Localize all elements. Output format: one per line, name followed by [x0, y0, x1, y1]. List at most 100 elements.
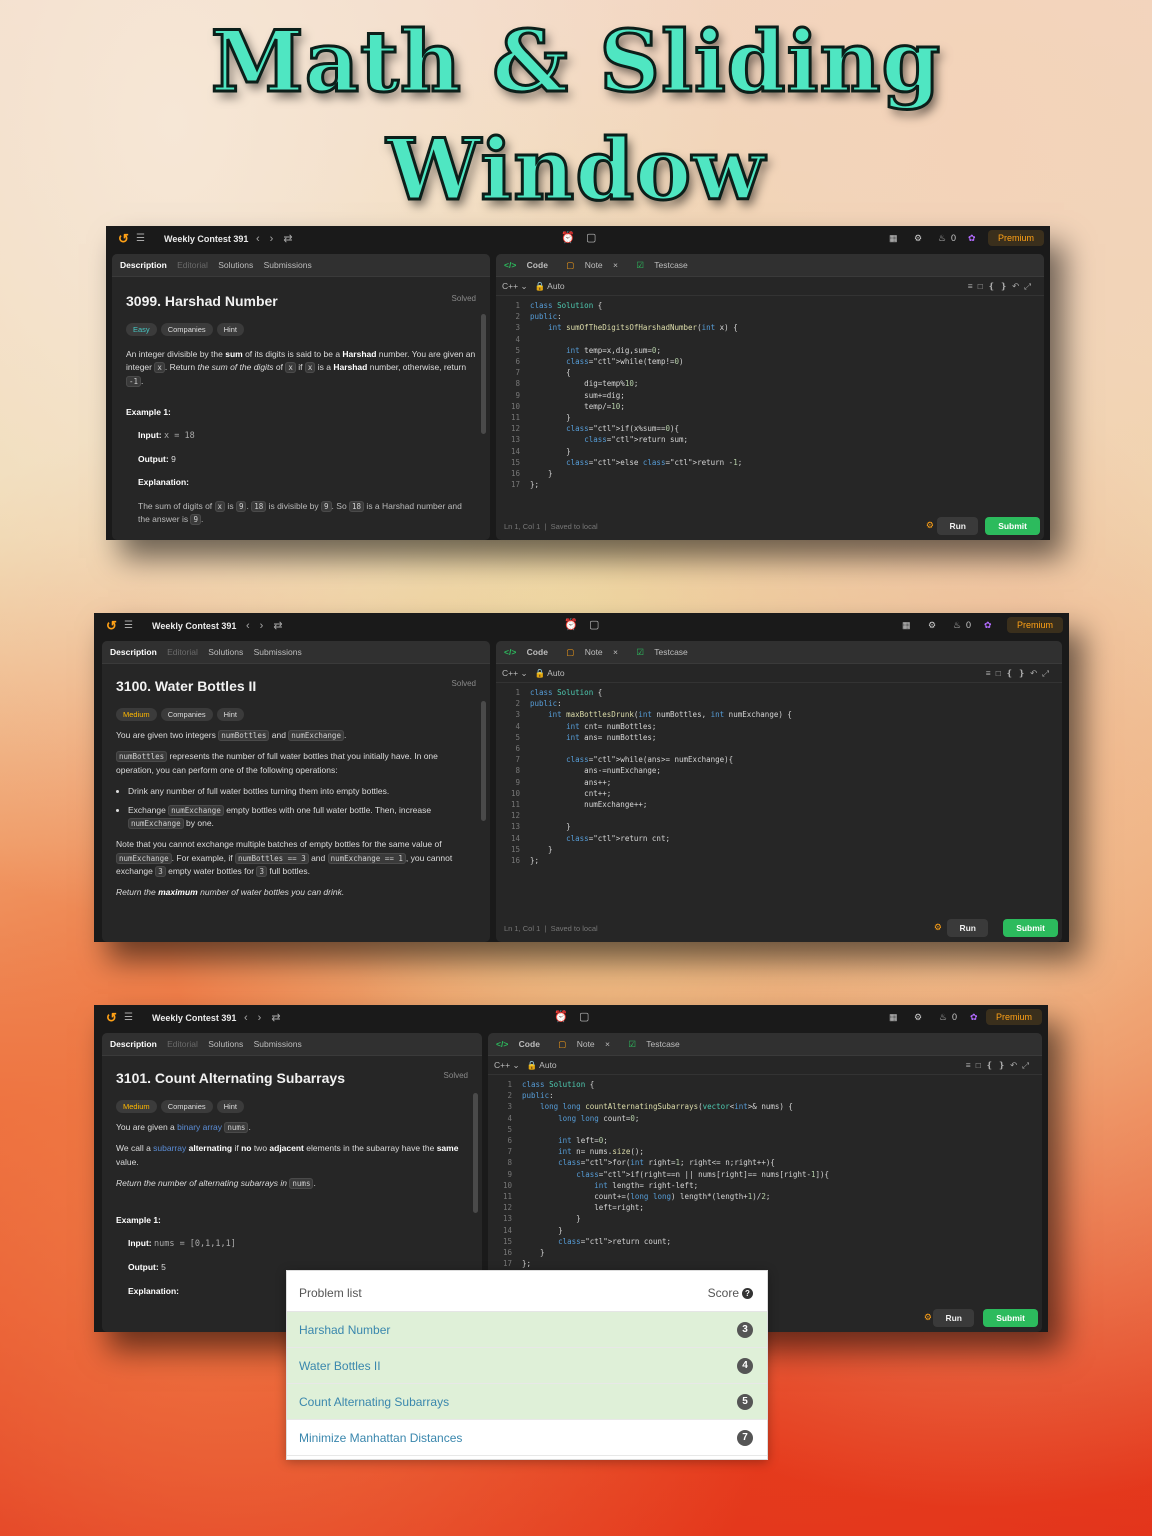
scrollbar[interactable] — [473, 1093, 478, 1213]
code-line[interactable]: 1 class Solution { — [496, 300, 1044, 311]
code-line[interactable]: 15 class="ctl">return count; — [488, 1236, 1042, 1247]
code-line[interactable]: 6 class="ctl">while(temp!=0) — [496, 356, 1044, 367]
code-line[interactable]: 9 sum+=dig; — [496, 390, 1044, 401]
code-line[interactable]: 4 int cnt= numBottles; — [496, 721, 1062, 732]
run-button[interactable]: Run — [947, 919, 988, 937]
close-icon[interactable]: × — [613, 260, 618, 270]
code-line[interactable]: 10 int length= right-left; — [488, 1180, 1042, 1191]
code-line[interactable]: 1 class Solution { — [488, 1079, 1042, 1090]
code-line[interactable]: 13 } — [496, 821, 1062, 832]
language-select[interactable]: C++ — [494, 1060, 510, 1070]
tab-note[interactable]: Note — [585, 647, 603, 657]
code-line[interactable]: 6 — [496, 743, 1062, 754]
code-line[interactable]: 2 public: — [496, 311, 1044, 322]
run-button[interactable]: Run — [933, 1309, 974, 1327]
code-line[interactable]: 17}; — [488, 1258, 1042, 1269]
editor-tools-icons[interactable]: ≡□❴❵↶⤢ — [968, 277, 1036, 295]
notes-icon[interactable]: ▢ — [586, 231, 596, 244]
subarray-link[interactable]: subarray — [153, 1143, 186, 1153]
leetcode-logo-icon[interactable]: ↺ — [106, 619, 120, 633]
tab-editorial[interactable]: Editorial — [167, 1039, 198, 1049]
premium-button[interactable]: Premium — [985, 1009, 1042, 1025]
code-line[interactable]: 6 int left=0; — [488, 1135, 1042, 1146]
tab-description[interactable]: Description — [110, 1039, 157, 1049]
problem-list-row[interactable]: Harshad Number 3 — [287, 1312, 767, 1348]
code-line[interactable]: 14 } — [488, 1225, 1042, 1236]
leetcode-logo-icon[interactable]: ↺ — [118, 232, 132, 246]
tab-solutions[interactable]: Solutions — [218, 260, 253, 270]
binary-array-link[interactable]: binary array — [177, 1122, 222, 1132]
code-line[interactable]: 7 int n= nums.size(); — [488, 1146, 1042, 1157]
code-line[interactable]: 7 class="ctl">while(ans>= numExchange){ — [496, 754, 1062, 765]
contest-title[interactable]: Weekly Contest 391 — [152, 1013, 236, 1023]
avatar-icon[interactable]: ✿ — [968, 233, 976, 244]
code-line[interactable]: 16 } — [488, 1247, 1042, 1258]
premium-button[interactable]: Premium — [987, 230, 1044, 246]
code-line[interactable]: 12 — [496, 810, 1062, 821]
code-line[interactable]: 9 class="ctl">if(right==n || nums[right]… — [488, 1169, 1042, 1180]
code-line[interactable]: 5 int ans= numBottles; — [496, 732, 1062, 743]
code-editor[interactable]: 1 class Solution {2 public: 3 int sumOfTheD… — [496, 296, 1044, 490]
code-line[interactable]: 16}; — [496, 855, 1062, 866]
code-editor[interactable]: 1 class Solution {2 public: 3 long long cou… — [488, 1075, 1042, 1269]
submit-button[interactable]: Submit — [983, 1309, 1038, 1327]
language-select[interactable]: C++ — [502, 281, 518, 291]
tab-code[interactable]: Code — [519, 1039, 540, 1049]
code-line[interactable]: 9 ans++; — [496, 777, 1062, 788]
submit-button[interactable]: Submit — [1003, 919, 1058, 937]
code-line[interactable]: 3 long long countAlternatingSubarrays(ve… — [488, 1101, 1042, 1112]
code-line[interactable]: 10 cnt++; — [496, 788, 1062, 799]
companies-chip[interactable]: Companies — [160, 322, 213, 337]
code-line[interactable]: 2 public: — [488, 1090, 1042, 1101]
layout-icon[interactable]: ▦ — [902, 620, 911, 631]
code-line[interactable]: 4 — [496, 334, 1044, 345]
tab-editorial[interactable]: Editorial — [167, 647, 198, 657]
code-line[interactable]: 14 class="ctl">return cnt; — [496, 833, 1062, 844]
layout-icon[interactable]: ▦ — [889, 233, 898, 244]
debug-icon[interactable]: ⚙ — [926, 520, 934, 531]
hint-chip[interactable]: Hint — [216, 322, 244, 337]
code-line[interactable]: 14 } — [496, 446, 1044, 457]
code-line[interactable]: 3 int maxBottlesDrunk(int numBottles, in… — [496, 709, 1062, 720]
code-line[interactable]: 10 temp/=10; — [496, 401, 1044, 412]
tab-code[interactable]: Code — [527, 647, 548, 657]
code-line[interactable]: 4 long long count=0; — [488, 1113, 1042, 1124]
nav-arrows-icon[interactable]: ‹›⇄ — [256, 232, 303, 245]
leetcode-logo-icon[interactable]: ↺ — [106, 1011, 120, 1025]
nav-arrows-icon[interactable]: ‹›⇄ — [246, 619, 293, 632]
tab-submissions[interactable]: Submissions — [254, 647, 302, 657]
tab-code[interactable]: Code — [527, 260, 548, 270]
code-line[interactable]: 7 { — [496, 367, 1044, 378]
avatar-icon[interactable]: ✿ — [984, 620, 992, 631]
problem-list-icon[interactable]: ☰ — [124, 1012, 133, 1023]
code-line[interactable]: 8 class="ctl">for(int right=1; right<= n… — [488, 1157, 1042, 1168]
tab-testcase[interactable]: Testcase — [646, 1039, 680, 1049]
layout-icon[interactable]: ▦ — [889, 1012, 898, 1023]
contest-title[interactable]: Weekly Contest 391 — [164, 234, 248, 244]
streak-fire-icon[interactable]: ♨ — [939, 1012, 947, 1023]
notes-icon[interactable]: ▢ — [579, 1010, 589, 1023]
help-icon[interactable]: ? — [742, 1288, 753, 1299]
debug-icon[interactable]: ⚙ — [934, 922, 942, 933]
code-line[interactable]: 11 } — [496, 412, 1044, 423]
streak-fire-icon[interactable]: ♨ — [953, 620, 961, 631]
code-line[interactable]: 12 class="ctl">if(x%sum==0){ — [496, 423, 1044, 434]
tab-note[interactable]: Note — [577, 1039, 595, 1049]
problem-link[interactable]: Harshad Number — [299, 1323, 390, 1337]
code-line[interactable]: 2 public: — [496, 698, 1062, 709]
debug-icon[interactable]: ⚙ — [924, 1312, 932, 1323]
code-line[interactable]: 15 class="ctl">else class="ctl">return -… — [496, 457, 1044, 468]
problem-link[interactable]: Count Alternating Subarrays — [299, 1395, 449, 1409]
close-icon[interactable]: × — [605, 1039, 610, 1049]
notes-icon[interactable]: ▢ — [589, 618, 599, 631]
tab-submissions[interactable]: Submissions — [254, 1039, 302, 1049]
tab-testcase[interactable]: Testcase — [654, 260, 688, 270]
problem-list-icon[interactable]: ☰ — [124, 620, 133, 631]
chevron-down-icon[interactable]: ⌄ — [512, 1060, 519, 1070]
run-button[interactable]: Run — [937, 517, 978, 535]
problem-list-row[interactable]: Minimize Manhattan Distances 7 — [287, 1420, 767, 1456]
timer-icon[interactable]: ⏰ — [564, 618, 578, 631]
problem-link[interactable]: Water Bottles II — [299, 1359, 381, 1373]
companies-chip[interactable]: Companies — [160, 1099, 213, 1114]
code-line[interactable]: 11 count+=(long long) length*(length+1)/… — [488, 1191, 1042, 1202]
